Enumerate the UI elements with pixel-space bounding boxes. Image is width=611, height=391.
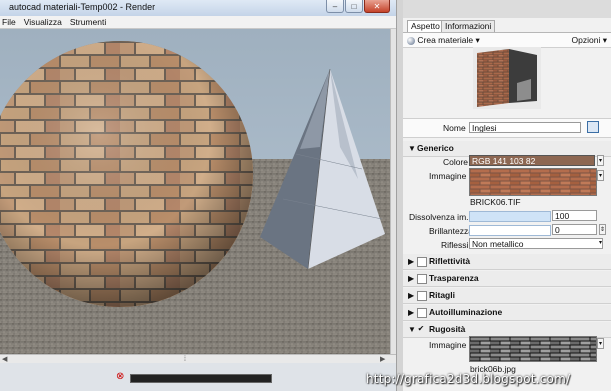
collapse-arrow-icon[interactable]: ▼ [408,323,416,336]
brick-texture [470,169,596,195]
section-generic-title: Generico [417,143,454,153]
transparency-checkbox[interactable] [417,274,427,284]
collapse-arrow-icon[interactable]: ▼ [408,142,416,155]
image-dropdown-icon[interactable]: ▾ [597,170,604,181]
watermark-text: http://grafica2d3d.blogspot.com/ [366,372,571,386]
name-label: Nome [443,123,466,133]
render-image [0,29,390,354]
tab-appearance[interactable]: Aspetto [407,20,444,32]
render-viewport[interactable] [0,29,390,354]
menu-bar: File Visualizza Strumenti [0,16,396,29]
section-cutouts[interactable]: ▶ Ritagli [403,288,611,304]
fade-slider[interactable] [469,211,551,222]
material-preview[interactable] [473,47,541,109]
material-name-field[interactable]: Inglesi [469,122,581,133]
fade-label: Dissolvenza im... [409,212,474,222]
title-bar[interactable]: autocad materiali-Temp002 - Render – □ ✕ [0,0,396,17]
preview-swatch [473,47,541,109]
status-bar: ⊗ [0,363,396,391]
section-reflectivity[interactable]: ▶ Riflettività [403,254,611,270]
expand-arrow-icon[interactable]: ▶ [408,272,414,285]
glossiness-slider[interactable] [469,225,551,236]
close-button[interactable]: ✕ [364,0,390,13]
minimize-button[interactable]: – [326,0,344,13]
color-dropdown-icon[interactable]: ▾ [597,155,604,166]
menu-view[interactable]: Visualizza [24,16,62,28]
section-reflectivity-title: Riflettività [429,256,471,266]
section-transparency-title: Trasparenza [429,273,479,283]
section-bump-title: Rugosità [429,324,466,334]
maximize-button[interactable]: □ [345,0,363,13]
bump-image-dropdown-icon[interactable]: ▾ [597,338,604,349]
menu-tools[interactable]: Strumenti [70,16,106,28]
color-label: Colore [443,157,469,167]
window-title: autocad materiali-Temp002 - Render [9,2,156,12]
image-label: Immagine [429,171,467,181]
dropdown-arrow-icon: ▾ [602,35,607,45]
create-material-label: Crea materiale [417,35,474,45]
section-cutouts-title: Ritagli [429,290,455,300]
bump-checkbox-checked-icon[interactable]: ✔ [417,325,425,333]
expand-arrow-icon[interactable]: ▶ [408,306,414,319]
section-self-illumination[interactable]: ▶ Autoilluminazione [403,305,611,321]
panel-header [403,0,611,18]
section-self-illumination-title: Autoilluminazione [429,307,503,317]
sphere-icon [407,36,415,45]
highlights-label: Riflessi [441,240,469,250]
create-material-button[interactable]: Crea materiale ▾ [407,34,480,46]
options-button[interactable]: Opzioni ▾ [572,34,607,46]
color-field[interactable]: RGB 141 103 82 [469,155,595,166]
materials-toolbar: Crea materiale ▾ Opzioni ▾ [403,32,611,48]
glossiness-label: Brillantezza [429,226,473,236]
expand-arrow-icon[interactable]: ▶ [408,255,414,268]
diffuse-image-thumbnail[interactable] [469,168,597,196]
name-row: Nome Inglesi [403,118,611,138]
render-progress-bar [130,374,272,383]
render-window: autocad materiali-Temp002 - Render – □ ✕… [0,0,396,391]
options-label: Opzioni [571,35,601,45]
cutouts-checkbox[interactable] [417,291,427,301]
dropdown-arrow-icon: ▾ [475,35,480,45]
bump-image-label: Immagine [429,340,467,350]
highlights-dropdown-icon[interactable]: ▾ [597,238,604,249]
reflectivity-checkbox[interactable] [417,257,427,267]
image-filename: BRICK06.TIF [470,197,521,207]
fade-field[interactable]: 100 [552,210,597,221]
tab-information[interactable]: Informazioni [441,20,496,32]
bump-texture [470,337,596,361]
glossiness-field[interactable]: 0 [552,224,597,235]
bump-image-thumbnail[interactable] [469,336,597,362]
glossiness-spinner-icon[interactable]: ⇕ [599,224,606,235]
menu-file[interactable]: File [2,16,16,28]
self-illumination-checkbox[interactable] [417,308,427,318]
cancel-render-icon[interactable]: ⊗ [116,371,124,382]
section-transparency[interactable]: ▶ Trasparenza [403,271,611,287]
map-icon[interactable] [587,121,599,133]
highlights-select[interactable]: Non metallico [469,238,603,249]
expand-arrow-icon[interactable]: ▶ [408,289,414,302]
materials-editor-panel: Aspetto Informazioni Crea materiale ▾ Op… [403,0,611,391]
